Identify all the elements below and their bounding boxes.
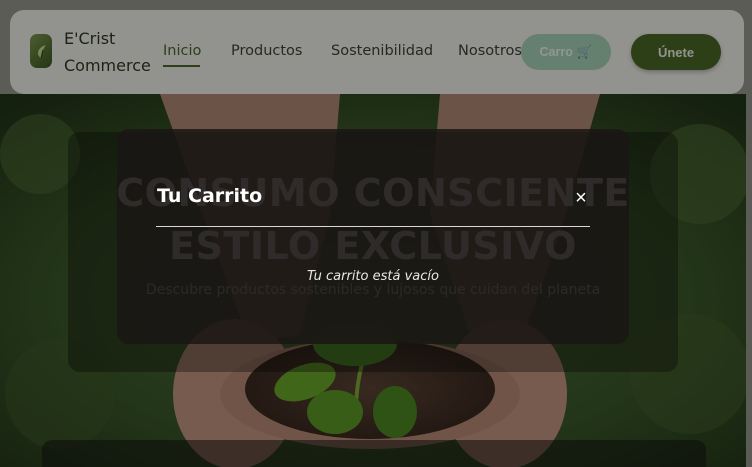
close-icon[interactable]: ×: [572, 187, 590, 209]
modal-backdrop[interactable]: Tu Carrito × Tu carrito está vacío: [0, 0, 752, 467]
cart-empty-message: Tu carrito está vacío: [307, 269, 439, 284]
cart-modal: Tu Carrito × Tu carrito está vacío: [117, 129, 629, 344]
cart-modal-title: Tu Carrito: [157, 185, 263, 207]
modal-divider: [156, 226, 590, 227]
